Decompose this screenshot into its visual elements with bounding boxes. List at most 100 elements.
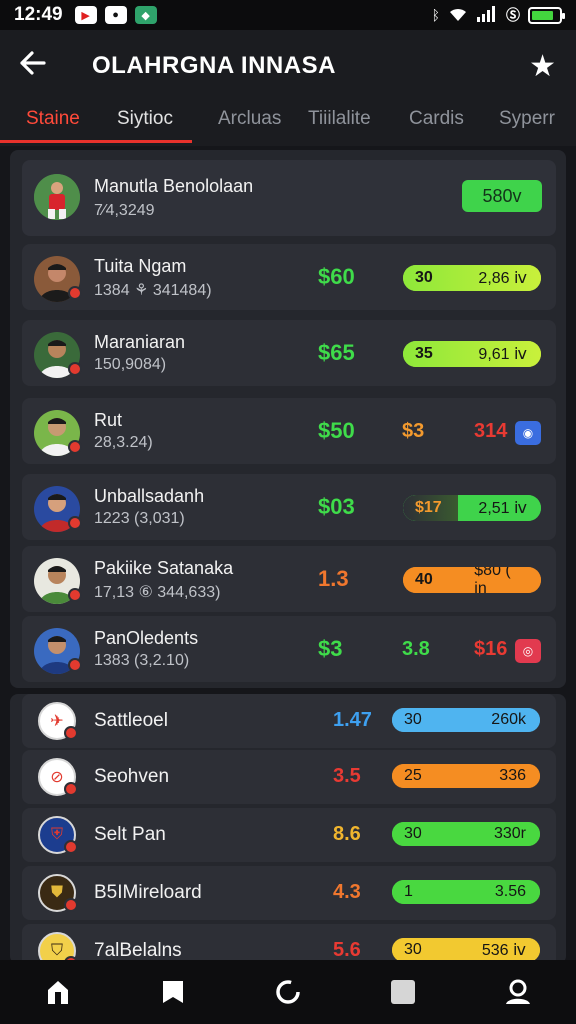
value-bar-left: 30 [404,825,422,842]
team-odds: 1.47 [333,709,372,731]
nfc-icon: Ⓢ [506,7,520,23]
value-bar-right: $80 ( in [474,567,511,593]
tab-arcluas[interactable]: Arcluas [218,108,281,130]
value-bar-right: 330r [493,825,526,842]
value-bar-left: 30 [415,269,433,286]
tab-tiiilalite[interactable]: Tiiilalite [308,108,371,130]
value-bar-right: 2,86 ⅳ [478,270,527,287]
battery-icon [528,6,565,24]
team-row[interactable]: ⛨ Selt Pan 8.6 30 330r [22,808,556,862]
chat-icon: ● [104,6,127,24]
tab-cardis[interactable]: Cardis [409,108,464,130]
featured-player-stats: 7⁄4,3249 [94,202,155,219]
player-price: $65 [318,340,355,365]
featured-value-button[interactable]: 580v [462,180,542,212]
status-badge [64,726,78,740]
player-stats: 1384 ⚘ 341484) [94,282,212,299]
avatar [34,174,80,220]
value-bar-right: 536 ⅳ [481,942,526,959]
status-badge [68,588,82,602]
team-row[interactable]: ⊘ Seohven 3.5 25 336 [22,750,556,804]
status-badge [68,362,82,376]
team-odds: 8.6 [333,823,361,845]
player-row[interactable]: Rut 28,3.24) $50 $3 314 ◉ [22,398,556,464]
bookmark-icon[interactable] [149,968,197,1016]
status-badge [64,782,78,796]
player-stats: 150,9084) [94,356,167,373]
player-price: $03 [318,494,355,519]
value-bar: 30 536 ⅳ [392,938,540,962]
player-name: Maraniaran [94,332,186,352]
team-name: Selt Pan [94,824,166,845]
team-row[interactable]: ✈ Sattleoel 1.47 30 260k [22,694,556,748]
status-badge [68,440,82,454]
star-icon[interactable]: ★ [529,49,556,84]
gallery-icon: ◆ [134,6,157,24]
value-bar-left: 35 [415,345,433,362]
player-name: Unballsadanh [94,486,205,506]
value-bar: 25 336 [392,764,540,788]
player-price: 1.3 [318,566,349,591]
value-bar-left: 30 [404,941,422,958]
player-name: Rut [94,410,123,430]
status-time: 12:49 [14,4,63,25]
signal-icon [476,5,498,25]
home-icon[interactable] [34,968,82,1016]
bluetooth-icon: ᛒ [431,7,440,23]
team-odds: 5.6 [333,939,361,961]
value-bar-left: 40 [415,571,433,588]
bottom-nav [0,960,576,1024]
player-price: $3 [318,636,343,661]
youtube-icon: ▶ [74,6,97,24]
info-icon[interactable]: ◉ [515,421,541,445]
player-value: $16 [474,638,508,660]
team-name: 7alBelalns [94,940,182,961]
player-stats: 17,13 ⑥ 344,633) [94,584,221,601]
value-bar-left: $17 [415,499,442,516]
app-header: OLAHRGNA INNASA ★ [0,30,576,102]
player-value: 314 [474,420,508,442]
player-row[interactable]: Pakiike Satanaka 17,13 ⑥ 344,633) 1.3 40 $… [22,546,556,612]
status-badge [68,516,82,530]
value-bar: 1 3.56 [392,880,540,904]
featured-player-name: Manutla Benololaan [94,176,254,196]
value-bar: 30 260k [392,708,540,732]
value-bar-right: 3.56 [494,883,526,900]
team-name: Seohven [94,766,170,787]
player-row[interactable]: PanOledents 1383 (3,2.10) $3 3.8 $16 ◎ [22,616,556,682]
value-bar: $17 2,51 ⅳ [403,495,541,521]
back-arrow-icon[interactable] [20,49,60,83]
tab-siytioc[interactable]: Siytioc [117,108,173,130]
player-price: $60 [318,264,355,289]
value-bar-right: 260k [491,711,526,728]
team-name: B5IMireloard [94,882,202,903]
profile-icon[interactable] [494,968,542,1016]
wifi-icon [448,6,468,25]
player-name: Tuita Ngam [94,256,187,276]
player-change: 3.8 [402,638,430,660]
active-tab-indicator [0,140,192,143]
value-bar-right: 9,61 ⅳ [478,346,527,363]
tab-syperr[interactable]: Syperr [499,108,555,130]
player-stats: 1223 (3,031) [94,510,185,527]
refresh-icon[interactable] [264,968,312,1016]
team-odds: 4.3 [333,881,361,903]
tab-staine[interactable]: Staine [26,108,80,130]
featured-player-card[interactable]: Manutla Benololaan 7⁄4,3249 580v [22,160,556,236]
status-badge [68,658,82,672]
value-bar-right: 336 [499,767,526,784]
value-bar-left: 25 [404,767,422,784]
square-icon[interactable] [379,968,427,1016]
player-price: $50 [318,418,355,443]
player-row[interactable]: Tuita Ngam 1384 ⚘ 341484) $60 30 2,86 ⅳ [22,244,556,310]
value-bar-left: 30 [404,711,422,728]
team-row[interactable]: ⛊ B5IMireloard 4.3 1 3.56 [22,866,556,920]
player-row[interactable]: Unballsadanh 1223 (3,031) $03 $17 2,51 ⅳ [22,474,556,540]
alert-icon[interactable]: ◎ [515,639,541,663]
player-change: $3 [402,420,425,442]
team-name: Sattleoel [94,710,168,731]
player-name: PanOledents [94,628,199,648]
page-title: OLAHRGNA INNASA [92,52,336,79]
status-badge [64,840,78,854]
player-row[interactable]: Maraniaran 150,9084) $65 35 9,61 ⅳ [22,320,556,386]
